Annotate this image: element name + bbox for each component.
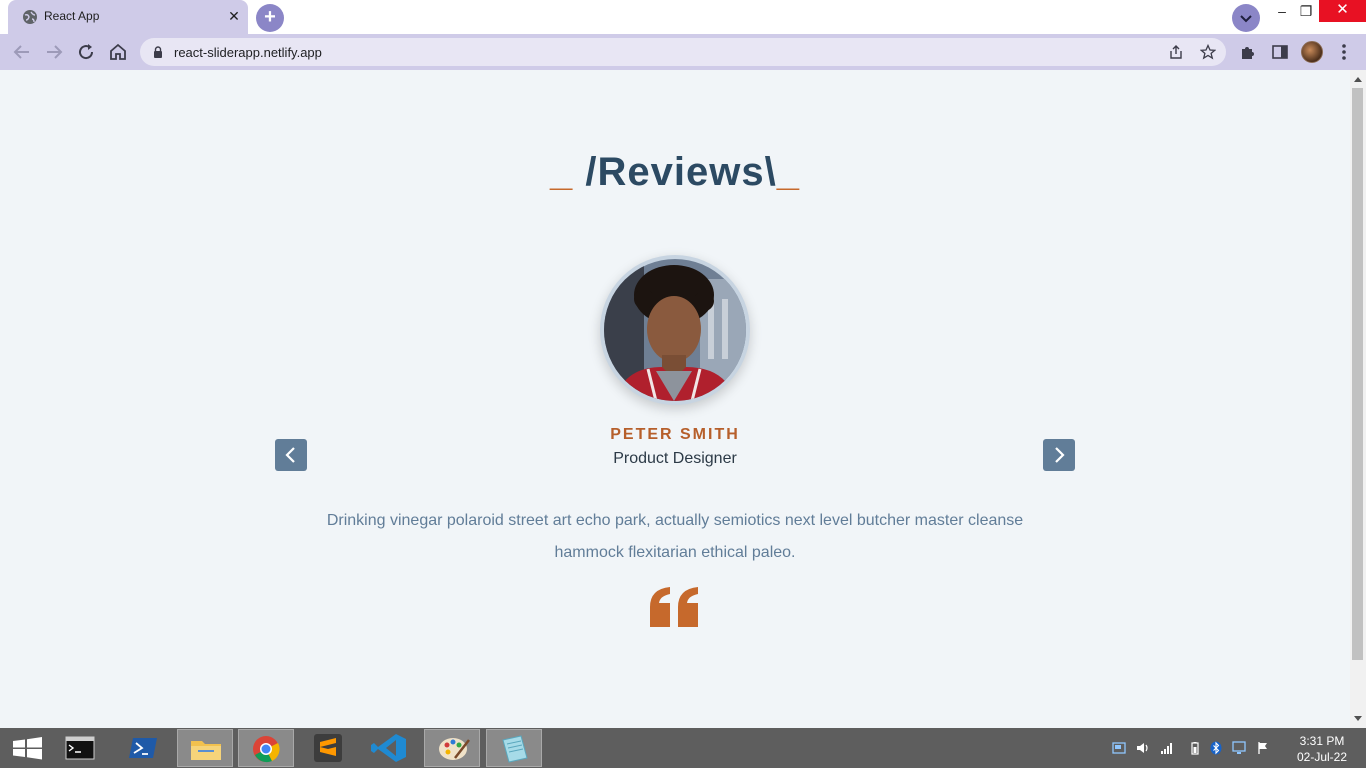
share-icon[interactable] (1168, 44, 1184, 60)
address-bar[interactable]: react-sliderapp.netlify.app (140, 38, 1226, 66)
windows-taskbar: 3:31 PM 02-Jul-22 (0, 728, 1366, 768)
reviewer-avatar-frame (600, 255, 750, 405)
profile-avatar[interactable] (1301, 41, 1323, 63)
browser-tab-strip: React App ✕ + – ❐ ✕ (0, 0, 1366, 34)
tab-search-button[interactable] (1232, 4, 1260, 32)
reviewer-job: Product Designer (613, 450, 737, 467)
window-close-button[interactable]: ✕ (1319, 0, 1366, 22)
side-panel-icon[interactable] (1271, 43, 1289, 61)
palette-icon (439, 738, 470, 760)
scroll-down-arrow-icon[interactable] (1352, 714, 1364, 724)
globe-icon (23, 10, 37, 24)
scrollbar-thumb[interactable] (1352, 88, 1363, 660)
powershell-icon[interactable] (115, 729, 171, 767)
home-icon[interactable] (106, 40, 130, 64)
tab-title: React App (44, 9, 100, 23)
windows-start-icon[interactable] (0, 729, 56, 767)
reviewer-avatar (604, 259, 746, 401)
browser-tab[interactable]: React App ✕ (8, 0, 248, 34)
title-text: /Reviews\ (573, 150, 777, 194)
title-underscore-left: _ (550, 150, 574, 194)
review-text: Drinking vinegar polaroid street art ech… (326, 512, 1024, 561)
url-text[interactable]: react-sliderapp.netlify.app (174, 45, 322, 60)
lock-icon[interactable] (152, 46, 164, 58)
action-center-icon[interactable] (1112, 741, 1126, 755)
page-title: _ /Reviews\_ (0, 150, 1350, 195)
tab-close-button[interactable]: ✕ (226, 8, 242, 24)
reload-icon[interactable] (74, 40, 98, 64)
scroll-up-arrow-icon[interactable] (1352, 74, 1364, 84)
sublime-text-icon[interactable] (300, 729, 356, 767)
chevron-left-icon (285, 447, 295, 463)
quote-icon (650, 587, 698, 627)
browser-toolbar: react-sliderapp.netlify.app (0, 34, 1366, 70)
bookmark-star-icon[interactable] (1200, 44, 1216, 60)
command-prompt-icon[interactable] (52, 729, 108, 767)
chevron-right-icon (1055, 447, 1065, 463)
forward-icon[interactable] (42, 40, 66, 64)
new-tab-button[interactable]: + (256, 4, 284, 32)
paint-button[interactable] (424, 729, 480, 767)
file-explorer-button[interactable] (177, 729, 233, 767)
bluetooth-icon[interactable] (1209, 741, 1223, 755)
battery-icon[interactable] (1188, 741, 1202, 755)
back-icon[interactable] (10, 40, 34, 64)
reviewer-photo (604, 259, 746, 401)
folder-icon (191, 741, 221, 760)
chrome-button[interactable] (238, 729, 294, 767)
vscode-icon[interactable] (362, 729, 418, 767)
clock-date: 02-Jul-22 (1296, 750, 1348, 764)
page-content: _ /Reviews\_ PETER SMITH Product Designe… (0, 70, 1350, 728)
network-signal-icon[interactable] (1160, 741, 1174, 755)
menu-dots-icon[interactable] (1336, 42, 1352, 62)
flag-icon[interactable] (1256, 741, 1270, 755)
clock-time: 3:31 PM (1299, 734, 1345, 748)
display-settings-icon[interactable] (1232, 741, 1246, 755)
prev-review-button[interactable] (275, 439, 307, 471)
volume-icon[interactable] (1136, 741, 1150, 755)
notepad-button[interactable] (486, 729, 542, 767)
chrome-icon (253, 736, 280, 763)
reviewer-name: PETER SMITH (610, 426, 740, 443)
restore-button[interactable]: ❐ (1292, 0, 1320, 30)
extensions-icon[interactable] (1239, 43, 1257, 61)
title-underscore-right: _ (776, 150, 800, 194)
notepad-icon (502, 735, 528, 763)
taskbar-clock[interactable]: 3:31 PM 02-Jul-22 (1282, 733, 1362, 765)
next-review-button[interactable] (1043, 439, 1075, 471)
chevron-down-icon (1240, 15, 1252, 23)
